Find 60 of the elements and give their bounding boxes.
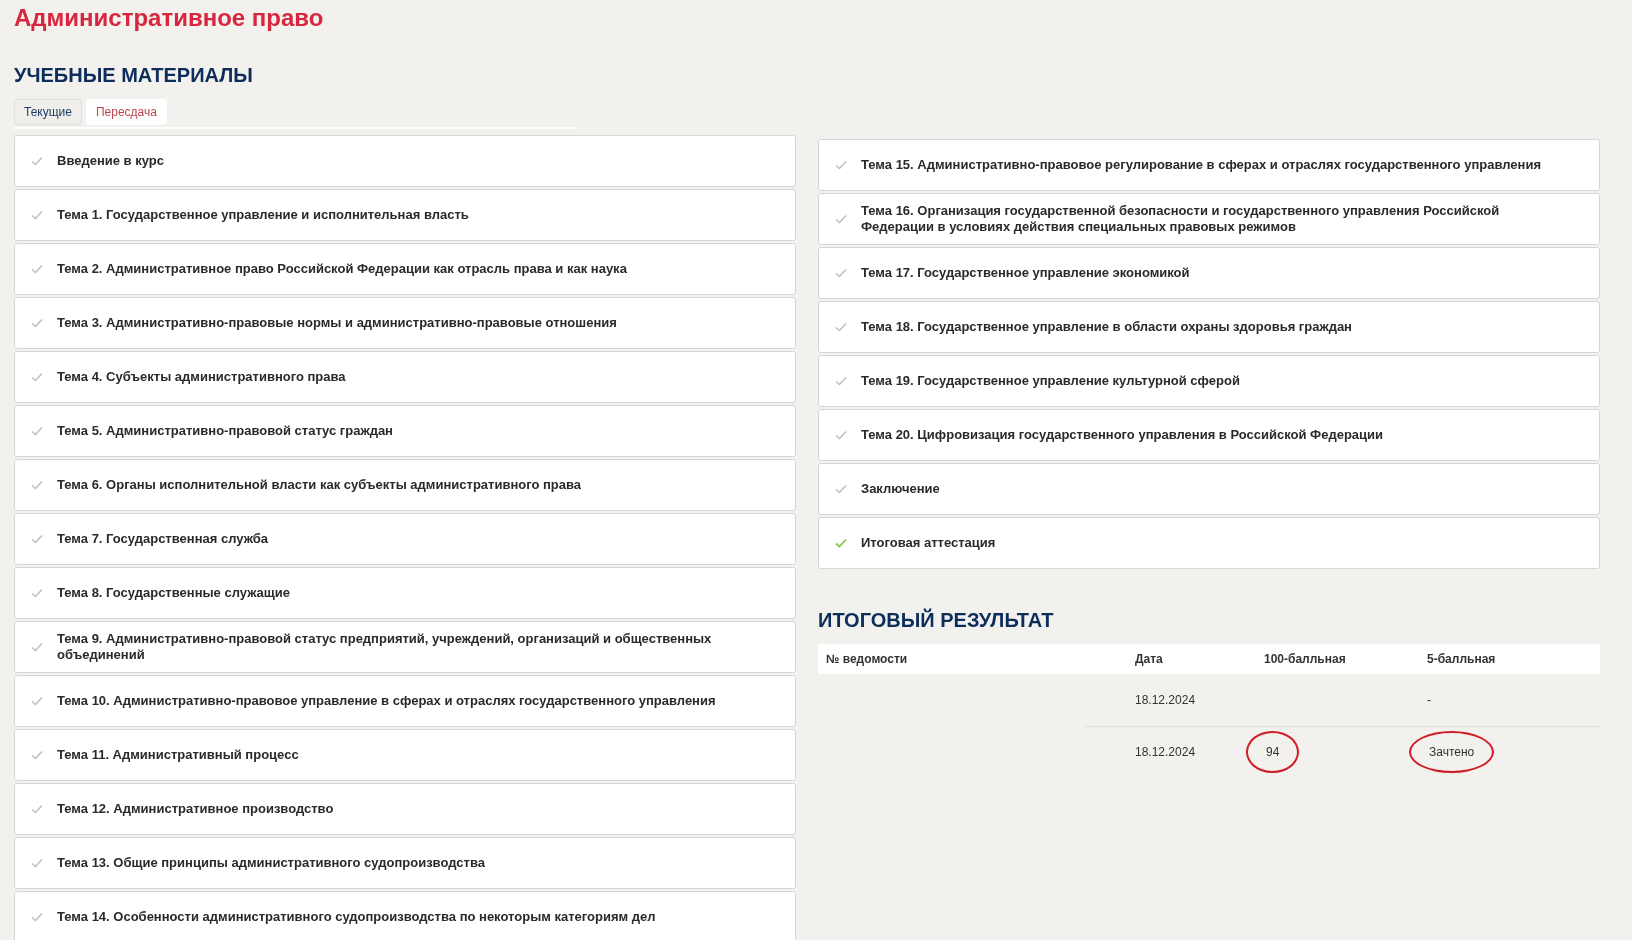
lesson-title: Тема 11. Административный процесс	[57, 746, 300, 764]
page-title: Административное право	[14, 3, 324, 32]
lesson-card[interactable]: Тема 12. Административное производство	[14, 783, 796, 835]
table-cell: 94	[1246, 731, 1300, 773]
lesson-card[interactable]: Введение в курс	[14, 135, 796, 187]
tab[interactable]: Текущие	[14, 99, 82, 125]
lesson-title: Тема 19. Государственное управление культурной сферой	[861, 372, 1241, 390]
lesson-card[interactable]: Тема 19. Государственное управление культурной сферой	[818, 355, 1600, 407]
lesson-title: Тема 16. Организация государственной безопасности и государственного управления Российской Федерации в условиях действия специальных правовых режимов	[861, 202, 1501, 236]
section-heading: ИТОГОВЫЙ РЕЗУЛЬТАТ	[818, 609, 1055, 632]
lesson-card[interactable]: Тема 18. Государственное управление в области охраны здоровья граждан	[818, 301, 1600, 353]
lesson-title: Тема 6. Органы исполнительной власти как субъекты административного права	[57, 476, 583, 494]
table-cell: Зачтено	[1409, 731, 1495, 773]
lesson-card[interactable]: Тема 8. Государственные служащие	[14, 567, 796, 619]
lesson-card[interactable]: Тема 15. Административно-правовое регулирование в сферах и отраслях государственного управления	[818, 139, 1600, 191]
lesson-card[interactable]: Тема 9. Административно-правовой статус предприятий, учреждений, организаций и общественных объединений	[14, 621, 796, 673]
lesson-title: Тема 3. Административно-правовые нормы и административно-правовые отношения	[57, 314, 618, 332]
lesson-card[interactable]: Тема 16. Организация государственной безопасности и государственного управления Российской Федерации в условиях действия специальных правовых режимов	[818, 193, 1600, 245]
lesson-title: Тема 5. Административно-правовой статус граждан	[57, 422, 394, 440]
lesson-title: Заключение	[861, 480, 941, 498]
lesson-card[interactable]: Тема 10. Административно-правовое управление в сферах и отраслях государственного управления	[14, 675, 796, 727]
lesson-card[interactable]: Тема 7. Государственная служба	[14, 513, 796, 565]
lesson-card[interactable]: Тема 11. Административный процесс	[14, 729, 796, 781]
section-heading: УЧЕБНЫЕ МАТЕРИАЛЫ	[14, 64, 253, 87]
lesson-card[interactable]: Тема 17. Государственное управление экономикой	[818, 247, 1600, 299]
lesson-title: Тема 20. Цифровизация государственного управления в Российской Федерации	[861, 426, 1385, 444]
lesson-title: Тема 9. Административно-правовой статус предприятий, учреждений, организаций и общественных объединений	[57, 630, 713, 664]
lesson-card[interactable]: Итоговая аттестация	[818, 517, 1600, 569]
lesson-title: Тема 12. Административное производство	[57, 800, 335, 818]
column-header: 5-балльная	[1427, 652, 1496, 666]
lesson-title: Тема 4. Субъекты административного права	[57, 368, 347, 386]
lesson-card[interactable]: Тема 13. Общие принципы административного судопроизводства	[14, 837, 796, 889]
lesson-title: Тема 13. Общие принципы административного судопроизводства	[57, 854, 486, 872]
lesson-card[interactable]: Тема 6. Органы исполнительной власти как субъекты административного права	[14, 459, 796, 511]
lesson-card[interactable]: Тема 3. Административно-правовые нормы и административно-правовые отношения	[14, 297, 796, 349]
lesson-title: Тема 1. Государственное управление и исполнительная власть	[57, 206, 470, 224]
lesson-title: Введение в курс	[57, 152, 165, 170]
lesson-title: Тема 18. Государственное управление в области охраны здоровья граждан	[861, 318, 1353, 336]
lesson-card[interactable]: Тема 14. Особенности административного судопроизводства по некоторым категориям дел	[14, 891, 796, 940]
lesson-title: Тема 10. Административно-правовое управление в сферах и отраслях государственного управления	[57, 692, 717, 710]
lesson-title: Тема 14. Особенности административного судопроизводства по некоторым категориям дел	[57, 908, 657, 926]
column-header: Дата	[1135, 652, 1163, 666]
lesson-card[interactable]: Заключение	[818, 463, 1600, 515]
tab[interactable]: Пересдача	[85, 99, 167, 125]
lesson-card[interactable]: Тема 2. Административное право Российской Федерации как отрасль права и как наука	[14, 243, 796, 295]
lesson-card[interactable]: Тема 4. Субъекты административного права	[14, 351, 796, 403]
lesson-title: Тема 15. Административно-правовое регулирование в сферах и отраслях государственного управления	[861, 156, 1542, 174]
lesson-title: Тема 17. Государственное управление экономикой	[861, 264, 1191, 282]
lesson-title: Итоговая аттестация	[861, 534, 997, 552]
lesson-card[interactable]: Тема 1. Государственное управление и исполнительная власть	[14, 189, 796, 241]
lesson-title: Тема 8. Государственные служащие	[57, 584, 291, 602]
column-header: 100-балльная	[1264, 652, 1346, 666]
lesson-title: Тема 7. Государственная служба	[57, 530, 270, 548]
lesson-title: Тема 2. Административное право Российской Федерации как отрасль права и как наука	[57, 260, 628, 278]
table-cell: -	[1427, 693, 1431, 707]
lesson-card[interactable]: Тема 20. Цифровизация государственного управления в Российской Федерации	[818, 409, 1600, 461]
table-cell: 18.12.2024	[1135, 745, 1196, 759]
table-cell: 18.12.2024	[1135, 693, 1196, 707]
lesson-card[interactable]: Тема 5. Административно-правовой статус граждан	[14, 405, 796, 457]
column-header: № ведомости	[826, 652, 908, 666]
